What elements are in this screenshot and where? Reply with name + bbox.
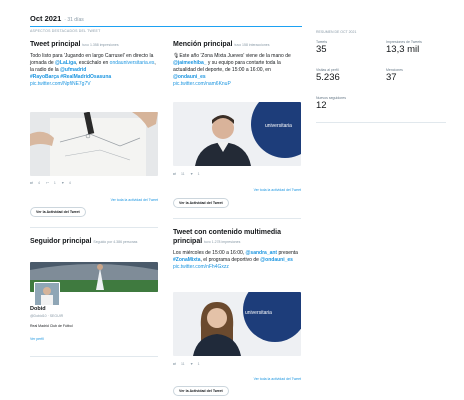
month-label: Oct 2021 <box>30 14 62 23</box>
top-tweet-text: Todo listo para 'Jugando en largo Carrus… <box>30 53 158 88</box>
follower-bio: Real Madrid Club de Fútbol <box>30 324 73 328</box>
top-tweet-see-all-link[interactable]: Ver toda la actividad del Tweet <box>30 198 158 202</box>
top-mention-title: Mención principal <box>173 41 233 48</box>
top-mention-card: Mención principal tuvo 158 interacciones… <box>173 40 301 88</box>
mention-link[interactable]: @jaimeehiba_ <box>173 60 207 66</box>
top-mention-see-all-link[interactable]: Ver toda la actividad del Tweet <box>173 188 301 192</box>
like-icon: ♥ <box>61 181 64 185</box>
avatar-image <box>35 283 59 305</box>
retweets-count: 11 <box>180 172 185 176</box>
header-underline <box>30 26 302 27</box>
top-media-tweet-card: Tweet con contenido multimedia principal… <box>173 228 301 271</box>
divider <box>30 356 158 357</box>
month-header: Oct 2021 · 31 días <box>30 14 84 23</box>
summary-title: RESUMEN DE OCT 2021 <box>316 30 357 34</box>
pic-link[interactable]: pic.twitter.com/nFh4Gxzz <box>173 264 301 271</box>
follower-avatar[interactable] <box>34 282 60 306</box>
top-mention-stats: ⇄ 11 ♥ 1 <box>173 172 205 176</box>
mention-link[interactable]: @LaLiga <box>55 60 76 66</box>
reply-icon: ↩ <box>45 181 49 185</box>
top-tweet-card: Tweet principal tuvo 1.358 impresiones T… <box>30 40 158 88</box>
likes-count: 1 <box>197 362 200 366</box>
follower-name[interactable]: Dobid <box>30 306 158 313</box>
like-icon: ♥ <box>190 172 193 176</box>
metric-impressions: Impresiones de Tweets 13,3 mil <box>386 40 422 55</box>
url-link[interactable]: ondauniversitaria.es <box>110 60 155 66</box>
metric-tweets: Tweets 35 <box>316 40 327 55</box>
hashtags-link[interactable]: #RayoBarça #RealMadridOsasuna <box>30 74 158 81</box>
top-media-tweet-stats: ⇄ 11 ♥ 1 <box>173 362 205 366</box>
metric-value: 5.236 <box>316 72 340 83</box>
top-follower-title: Seguidor principal <box>30 238 92 245</box>
like-icon: ♥ <box>190 362 193 366</box>
metric-value: 12 <box>316 100 327 111</box>
metric-profile-visits: Visitas al perfil 5.236 <box>316 68 340 83</box>
likes-count: 4 <box>68 181 71 185</box>
top-mention-image[interactable]: universitaria <box>173 102 301 166</box>
pic-link[interactable]: pic.twitter.com/NpfiNE7g7V <box>30 81 158 88</box>
top-media-tweet-see-all-link[interactable]: Ver toda la actividad del Tweet <box>173 377 301 381</box>
svg-text:universitaria: universitaria <box>245 310 272 316</box>
top-media-tweet-meta: tuvo 1.278 impresiones <box>204 240 241 244</box>
replies-count: 1 <box>53 181 56 185</box>
pic-link[interactable]: pic.twitter.com/nam6KnuP <box>173 81 301 88</box>
view-profile-link[interactable]: Ver perfil <box>30 336 158 343</box>
metric-new-followers: Nuevos seguidores 12 <box>316 96 346 111</box>
metric-mentions: Menciones 37 <box>386 68 403 83</box>
man-portrait-photo: universitaria <box>173 102 301 166</box>
top-tweet-stats: ⇄ 4 ↩ 1 ♥ 4 <box>30 181 76 185</box>
top-mention-meta: tuvo 158 interacciones <box>234 43 270 47</box>
likes-count: 1 <box>197 172 200 176</box>
top-mention-text: 🎙Este año 'Zona Mixta Jueves' viene de l… <box>173 53 301 88</box>
top-tweet-meta: tuvo 1.358 impresiones <box>82 43 119 47</box>
tweet-highlights-label: ASPECTOS DESTACADOS DEL TWEET <box>30 29 101 33</box>
metric-value: 35 <box>316 44 327 55</box>
divider <box>30 227 158 228</box>
woman-portrait-photo: universitaria <box>173 292 301 356</box>
mention-link[interactable]: @ondauni_es <box>260 257 293 263</box>
top-tweet-title: Tweet principal <box>30 41 81 48</box>
top-media-tweet-image[interactable]: universitaria <box>173 292 301 356</box>
top-mention-activity-button[interactable]: Ver la Actividad del Tweet <box>173 198 229 208</box>
top-tweet-activity-button[interactable]: Ver la Actividad del Tweet <box>30 207 86 217</box>
divider <box>173 218 301 219</box>
retweet-icon: ⇄ <box>173 362 176 366</box>
top-media-tweet-text: Los miércoles de 15:00 a 16:00, @sandra_… <box>173 250 301 271</box>
hashtag-link[interactable]: #ZonaMixta <box>173 257 201 263</box>
top-tweet-image[interactable] <box>30 112 158 176</box>
mention-link[interactable]: @ufmadrid <box>60 67 86 73</box>
days-count: · 31 días <box>64 17 84 23</box>
follower-handle[interactable]: @Dobid10 · SEGUIR <box>30 313 158 320</box>
metric-value: 37 <box>386 72 397 83</box>
svg-text:universitaria: universitaria <box>265 123 292 129</box>
mention-link[interactable]: @sandra_ant <box>246 250 278 256</box>
retweets-count: 11 <box>180 362 185 366</box>
mention-link[interactable]: @ondauni_es <box>173 74 206 80</box>
summary-divider <box>316 122 446 123</box>
paper-sketch-photo <box>30 112 158 176</box>
retweets-count: 4 <box>37 181 40 185</box>
metric-value: 13,3 mil <box>386 44 420 55</box>
retweet-icon: ⇄ <box>30 181 33 185</box>
top-follower-card: Seguidor principal Seguido por 4.386 per… <box>30 237 158 247</box>
analytics-page: Oct 2021 · 31 días ASPECTOS DESTACADOS DE… <box>0 0 464 400</box>
top-media-tweet-activity-button[interactable]: Ver la Actividad del Tweet <box>173 386 229 396</box>
top-follower-meta: Seguido por 4.386 personas <box>93 240 138 244</box>
retweet-icon: ⇄ <box>173 172 176 176</box>
